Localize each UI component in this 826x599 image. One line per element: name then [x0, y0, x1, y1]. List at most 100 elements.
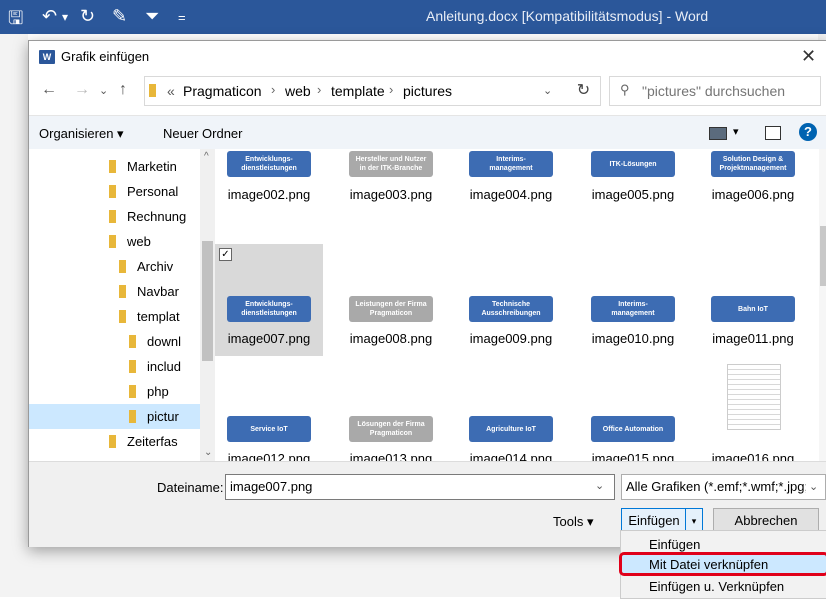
close-icon[interactable]: ✕ — [801, 46, 816, 67]
image-thumbnail: Solution Design & Projektmanagement — [711, 151, 795, 177]
filename-input[interactable]: image007.png — [225, 474, 615, 500]
file-name: image008.png — [349, 331, 433, 346]
file-scrollbar[interactable] — [819, 149, 826, 461]
menu-item-insert-and-link[interactable]: Einfügen u. Verknüpfen — [621, 576, 826, 596]
image-thumbnail: Service IoT — [227, 416, 311, 442]
navigation-pane: Marketin Personal Rechnung web Archiv Navbar t… — [29, 149, 200, 461]
folder-icon — [109, 435, 116, 448]
chevron-down-icon[interactable]: ▾ — [62, 10, 68, 24]
file-item[interactable]: Hersteller und Nutzer in der ITK-Branche… — [337, 149, 445, 241]
tree-item[interactable]: Personal — [29, 179, 200, 204]
tree-item-label: Marketin — [127, 159, 177, 174]
file-name: image012.png — [227, 451, 311, 461]
undo-icon[interactable]: ↶ — [42, 6, 57, 27]
tree-item[interactable]: includ — [29, 354, 200, 379]
file-item[interactable]: Solution Design & Projektmanagement image… — [699, 149, 807, 241]
file-item[interactable]: Technische Ausschreibungen image009.png — [457, 244, 565, 356]
image-thumbnail: Office Automation — [591, 416, 675, 442]
folder-icon — [119, 260, 126, 273]
folder-icon — [109, 210, 116, 223]
scroll-up-icon[interactable]: ^ — [204, 151, 209, 162]
recent-locations-chevron-icon[interactable]: ⌄ — [99, 84, 108, 97]
filter-icon[interactable]: ⏷ — [145, 6, 159, 27]
help-icon[interactable]: ? — [799, 123, 817, 141]
tools-button[interactable]: Tools ▾ — [553, 514, 594, 530]
file-item[interactable]: Office Automation image015.png — [579, 364, 687, 461]
forward-arrow-icon[interactable]: → — [74, 81, 90, 99]
redo-icon[interactable]: ↻ — [80, 6, 95, 27]
tree-item-label: Rechnung — [127, 209, 187, 224]
tree-item-label: downl — [147, 334, 181, 349]
tree-item-label: includ — [147, 359, 181, 374]
tree-item[interactable]: Rechnung — [29, 204, 200, 229]
refresh-icon[interactable]: ↻ — [567, 76, 601, 106]
view-options-icon[interactable] — [709, 127, 727, 140]
file-item[interactable]: Leistungen der Firma Pragmaticon image008… — [337, 244, 445, 356]
file-item[interactable]: Agriculture IoT image014.png — [457, 364, 565, 461]
file-item[interactable]: Bahn IoT image011.png — [699, 244, 807, 356]
address-dropdown-icon[interactable]: ⌄ — [543, 84, 552, 97]
file-item[interactable]: Interims- management image010.png — [579, 244, 687, 356]
file-type-select[interactable]: Alle Grafiken (*.emf;*.wmf;*.jpg; ⌄ — [621, 474, 826, 500]
file-item[interactable]: Service IoT image012.png — [215, 364, 323, 461]
tree-item[interactable]: Marketin — [29, 154, 200, 179]
image-thumbnail: ITK-Lösungen — [591, 151, 675, 177]
breadcrumb-template[interactable]: template — [331, 83, 385, 99]
tree-item[interactable]: Navbar — [29, 279, 200, 304]
checkbox-icon[interactable]: ✓ — [219, 248, 232, 261]
file-item[interactable]: ITK-Lösungen image005.png — [579, 149, 687, 241]
save-icon[interactable]: 🖫 — [8, 6, 23, 36]
tree-item[interactable]: php — [29, 379, 200, 404]
address-bar[interactable]: « Pragmaticon › web › template › picture… — [144, 76, 586, 106]
view-dropdown-icon[interactable]: ▾ — [733, 125, 739, 138]
tree-item[interactable]: downl — [29, 329, 200, 354]
image-thumbnail: Lösungen der Firma Pragmaticon — [349, 416, 433, 442]
image-thumbnail: Entwicklungs- dienstleistungen — [227, 296, 311, 322]
folder-icon — [129, 360, 136, 373]
brush-icon[interactable]: ✎ — [112, 6, 127, 27]
file-name: image005.png — [591, 187, 675, 202]
breadcrumb-pragmaticon[interactable]: Pragmaticon — [183, 83, 262, 99]
breadcrumb-web[interactable]: web — [285, 83, 311, 99]
search-input[interactable] — [640, 82, 814, 100]
folder-icon — [129, 410, 136, 423]
organize-button[interactable]: Organisieren ▾ — [39, 126, 124, 142]
breadcrumb-overflow[interactable]: « — [167, 83, 175, 99]
preview-pane-icon[interactable] — [765, 126, 781, 140]
file-item[interactable]: Entwicklungs- dienstleistungen image002.p… — [215, 149, 323, 241]
tree-item[interactable]: web — [29, 229, 200, 254]
breadcrumb-pictures[interactable]: pictures — [403, 83, 452, 99]
file-item[interactable]: ✓ Entwicklungs- dienstleistungen image007.… — [215, 244, 323, 356]
folder-icon — [109, 235, 116, 248]
tree-item[interactable]: templat — [29, 304, 200, 329]
breadcrumb-separator[interactable]: › — [317, 82, 321, 97]
tree-item[interactable]: pictur — [29, 404, 200, 429]
back-arrow-icon[interactable]: ← — [41, 81, 57, 99]
file-name: image004.png — [469, 187, 553, 202]
file-item[interactable]: Interims- management image004.png — [457, 149, 565, 241]
navigation-scrollbar-thumb[interactable] — [202, 241, 213, 361]
up-arrow-icon[interactable]: ↑ — [119, 81, 127, 99]
menu-item-label: Mit Datei verknüpfen — [649, 557, 769, 572]
menu-item-link-to-file[interactable]: Mit Datei verknüpfen — [619, 552, 826, 576]
folder-icon — [129, 385, 136, 398]
filename-label: Dateiname: — [157, 480, 224, 495]
image-thumbnail: Bahn IoT — [711, 296, 795, 322]
file-name: image013.png — [349, 451, 433, 461]
file-item[interactable]: Lösungen der Firma Pragmaticon image013.p… — [337, 364, 445, 461]
customize-qat-icon[interactable]: = — [178, 10, 186, 25]
file-scrollbar-thumb[interactable] — [820, 226, 826, 286]
image-thumbnail: Interims- management — [591, 296, 675, 322]
new-folder-button[interactable]: Neuer Ordner — [163, 126, 242, 141]
scroll-down-icon[interactable]: ⌄ — [204, 447, 212, 458]
breadcrumb-separator[interactable]: › — [271, 82, 275, 97]
image-thumbnail: Hersteller und Nutzer in der ITK-Branche — [349, 151, 433, 177]
search-field[interactable]: ⚲ — [609, 76, 821, 106]
file-name: image003.png — [349, 187, 433, 202]
breadcrumb-separator[interactable]: › — [389, 82, 393, 97]
tree-item[interactable]: Zeiterfas — [29, 429, 200, 454]
menu-item-insert[interactable]: Einfügen — [621, 534, 826, 554]
file-item[interactable]: image016.png — [699, 364, 807, 461]
filename-dropdown-icon[interactable]: ⌄ — [595, 479, 604, 492]
tree-item[interactable]: Archiv — [29, 254, 200, 279]
